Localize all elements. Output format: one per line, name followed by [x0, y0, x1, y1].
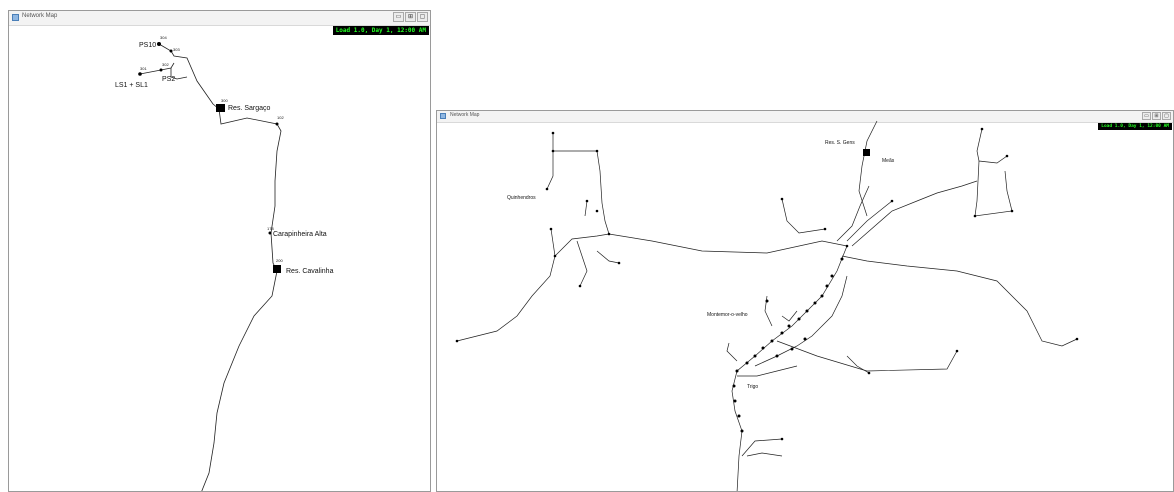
- junction-node[interactable]: [840, 257, 844, 261]
- junction-node[interactable]: [790, 347, 794, 351]
- reservoir-label: Res. S. Gens: [825, 140, 855, 146]
- junction-node[interactable]: [732, 384, 736, 388]
- junction-node[interactable]: [585, 199, 589, 203]
- place-label: Trigo: [747, 384, 758, 390]
- pipe[interactable]: [976, 128, 1008, 164]
- node-label: 303: [173, 47, 180, 52]
- reservoir-label: Res. Sargaço: [228, 105, 271, 112]
- junction-node[interactable]: [765, 299, 769, 303]
- junction-node[interactable]: [1005, 154, 1009, 158]
- node-label: PS2: [162, 76, 175, 83]
- node-label: 302: [162, 62, 169, 67]
- junction-node[interactable]: [780, 437, 784, 441]
- junction-node[interactable]: [549, 227, 553, 231]
- pipe[interactable]: [201, 108, 282, 492]
- junction-node[interactable]: [797, 317, 801, 321]
- junction-node[interactable]: [740, 429, 744, 433]
- network-map-canvas[interactable]: Quinhendros Res. S. Gens Meãs Montemor-o…: [437, 111, 1174, 492]
- pipe[interactable]: [781, 198, 826, 234]
- node-label: 200: [276, 258, 283, 263]
- pipe[interactable]: [737, 365, 798, 377]
- junction-node[interactable]: [1010, 209, 1014, 213]
- reservoir-label: Res. Cavalinha: [286, 268, 334, 275]
- junction-node[interactable]: [551, 131, 555, 135]
- junction-node[interactable]: [775, 354, 779, 358]
- junction-node[interactable]: [830, 274, 834, 278]
- pipe[interactable]: [974, 160, 1013, 217]
- node-label: LS1 + SL1: [115, 82, 148, 89]
- junction-node[interactable]: [825, 284, 829, 288]
- pipe[interactable]: [596, 250, 620, 264]
- junction-node[interactable]: [157, 42, 161, 46]
- junction-node[interactable]: [617, 261, 621, 265]
- junction-node[interactable]: [805, 309, 809, 313]
- junction-node[interactable]: [845, 244, 849, 248]
- junction-node[interactable]: [753, 354, 757, 358]
- pipe[interactable]: [781, 310, 798, 322]
- junction-node[interactable]: [820, 294, 824, 298]
- node-label: 304: [160, 35, 167, 40]
- junction-node[interactable]: [761, 346, 765, 350]
- network-map-canvas[interactable]: 304 PS10 303 302 301 PS2 LS1 + SL1 300 R…: [9, 11, 431, 492]
- place-label: Meãs: [882, 158, 895, 164]
- node-label: 102: [277, 115, 284, 120]
- place-label: Carapinheira Alta: [273, 231, 327, 238]
- pipe[interactable]: [731, 245, 848, 492]
- junction-node[interactable]: [553, 254, 557, 258]
- junction-node[interactable]: [578, 284, 582, 288]
- junction-node[interactable]: [955, 349, 959, 353]
- junction-node[interactable]: [803, 337, 807, 341]
- junction-node[interactable]: [735, 369, 739, 373]
- pipe[interactable]: [546, 133, 554, 190]
- junction-node[interactable]: [770, 339, 774, 343]
- reservoir-cavalinha[interactable]: [273, 265, 281, 273]
- reservoir-sargaco[interactable]: [216, 104, 225, 112]
- node-label: 301: [140, 66, 147, 71]
- junction-node[interactable]: [595, 209, 599, 213]
- junction-node[interactable]: [980, 127, 984, 131]
- junction-node[interactable]: [745, 361, 749, 365]
- pipe[interactable]: [754, 275, 848, 367]
- pipe[interactable]: [836, 185, 870, 242]
- network-map-window-right: Network Map ▭ ⊞ ▢ Load 1.0, Day 1, 12:00…: [436, 110, 1174, 492]
- junction-node[interactable]: [138, 72, 142, 76]
- junction-node[interactable]: [823, 227, 827, 231]
- junction-node[interactable]: [733, 399, 737, 403]
- node-label: PS10: [139, 42, 156, 49]
- junction-node[interactable]: [780, 197, 784, 201]
- place-label: Quinhendros: [507, 195, 536, 201]
- junction-node[interactable]: [867, 371, 871, 375]
- junction-node[interactable]: [275, 122, 279, 126]
- junction-node[interactable]: [607, 232, 611, 236]
- pipe[interactable]: [851, 180, 978, 247]
- junction-node[interactable]: [268, 231, 272, 235]
- junction-node[interactable]: [551, 149, 555, 153]
- junction-node[interactable]: [595, 149, 599, 153]
- pipe[interactable]: [456, 228, 556, 342]
- pipe[interactable]: [746, 452, 783, 457]
- junction-node[interactable]: [1075, 337, 1079, 341]
- junction-node[interactable]: [890, 199, 894, 203]
- reservoir-s-gens[interactable]: [863, 149, 870, 156]
- place-label: Montemor-o-velho: [707, 312, 748, 318]
- junction-node[interactable]: [545, 187, 549, 191]
- junction-node[interactable]: [973, 214, 977, 218]
- pipe[interactable]: [553, 150, 610, 235]
- pipe[interactable]: [741, 438, 783, 457]
- junction-node[interactable]: [455, 339, 459, 343]
- junction-node[interactable]: [780, 331, 784, 335]
- pipe[interactable]: [726, 342, 738, 362]
- junction-node[interactable]: [787, 324, 791, 328]
- pipe[interactable]: [776, 340, 958, 372]
- junction-node[interactable]: [813, 301, 817, 305]
- junction-node[interactable]: [737, 414, 741, 418]
- pipe[interactable]: [576, 240, 588, 287]
- pipe[interactable]: [584, 200, 588, 217]
- network-map-window-left: Network Map ▭ ⊞ ▢ Load 1.0, Day 1, 12:00…: [8, 10, 431, 492]
- node-label: 300: [221, 98, 228, 103]
- pipe[interactable]: [841, 255, 1078, 347]
- junction-node[interactable]: [159, 68, 163, 72]
